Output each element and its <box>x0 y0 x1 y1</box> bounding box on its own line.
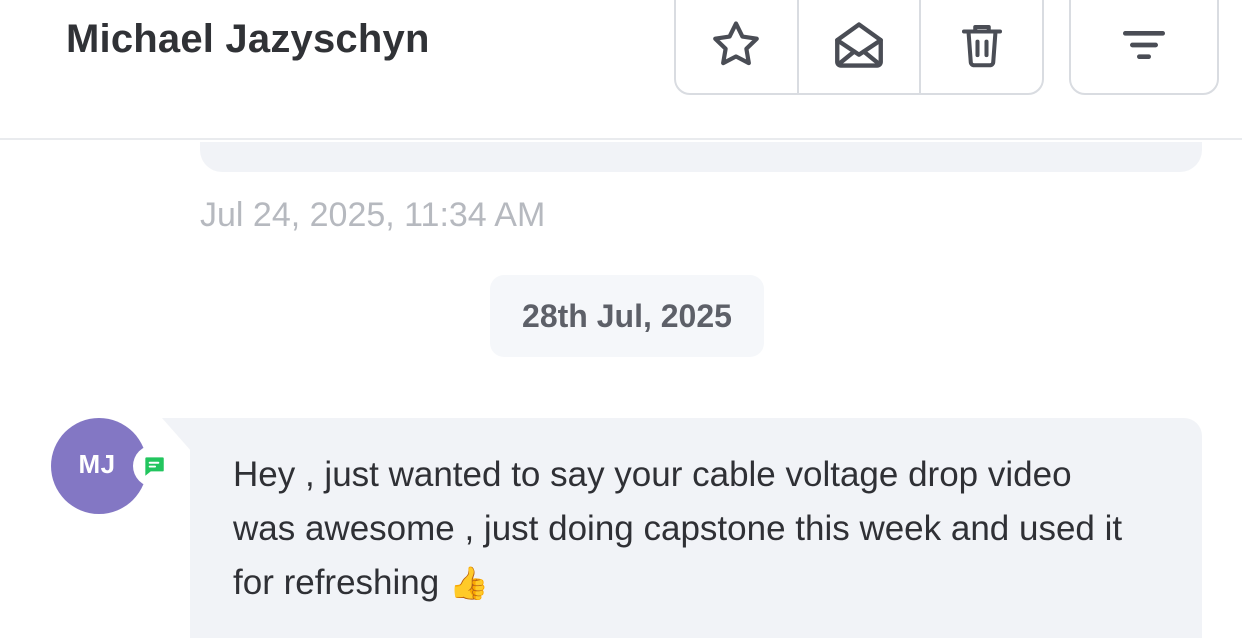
thumbs-up-emoji: 👍 <box>448 565 489 601</box>
mark-unread-button[interactable] <box>799 0 922 93</box>
message-bubble-tail <box>162 418 192 452</box>
star-button[interactable] <box>676 0 799 93</box>
conversation-actions <box>674 0 1044 95</box>
avatar-initials: MJ <box>78 448 116 479</box>
delete-button[interactable] <box>921 0 1042 93</box>
star-icon <box>708 17 764 73</box>
envelope-open-icon <box>830 16 888 74</box>
previous-message-bubble <box>200 142 1202 172</box>
trash-icon <box>955 18 1009 72</box>
filter-icon <box>1116 17 1172 73</box>
contact-name: Michael Jazyschyn <box>66 17 430 61</box>
conversation-header: Michael Jazyschyn <box>0 0 1242 140</box>
date-divider: 28th Jul, 2025 <box>490 275 764 357</box>
message-text: Hey , just wanted to say your cable volt… <box>233 448 1133 610</box>
chat-bubble-icon <box>141 453 167 479</box>
message-timestamp: Jul 24, 2025, 11:34 AM <box>200 196 546 234</box>
filter-button[interactable] <box>1069 0 1219 95</box>
message-body: Hey , just wanted to say your cable volt… <box>233 455 1123 602</box>
